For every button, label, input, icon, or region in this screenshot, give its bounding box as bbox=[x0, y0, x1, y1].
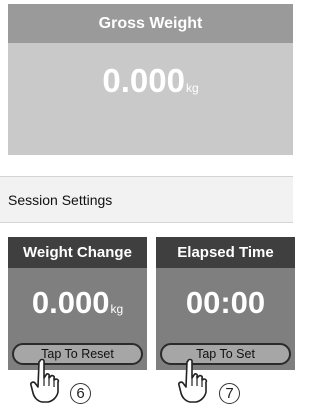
weight-change-value: 0.000 bbox=[31, 285, 110, 320]
elapsed-time-title: Elapsed Time bbox=[156, 237, 295, 268]
gross-weight-title: Gross Weight bbox=[8, 4, 293, 43]
elapsed-time-card: Elapsed Time 00:00 Tap To Set bbox=[156, 237, 295, 370]
weight-change-value-display: 0.000 kg bbox=[8, 285, 147, 321]
elapsed-time-value: 00:00 bbox=[185, 285, 266, 320]
step-marker-6: 6 bbox=[70, 383, 91, 404]
tap-hand-icon bbox=[178, 358, 208, 403]
session-settings-bar: Session Settings bbox=[0, 176, 293, 223]
weight-change-card: Weight Change 0.000 kg Tap To Reset bbox=[8, 237, 147, 370]
session-settings-title: Session Settings bbox=[8, 191, 113, 208]
gross-weight-value: 0.000 bbox=[102, 62, 185, 99]
gross-weight-unit: kg bbox=[185, 81, 199, 95]
tap-hand-icon bbox=[30, 358, 60, 403]
gross-weight-value-display: 0.000 kg bbox=[8, 62, 293, 106]
weight-change-unit: kg bbox=[110, 302, 124, 316]
weight-change-title: Weight Change bbox=[8, 237, 147, 268]
step-marker-7: 7 bbox=[219, 383, 240, 404]
